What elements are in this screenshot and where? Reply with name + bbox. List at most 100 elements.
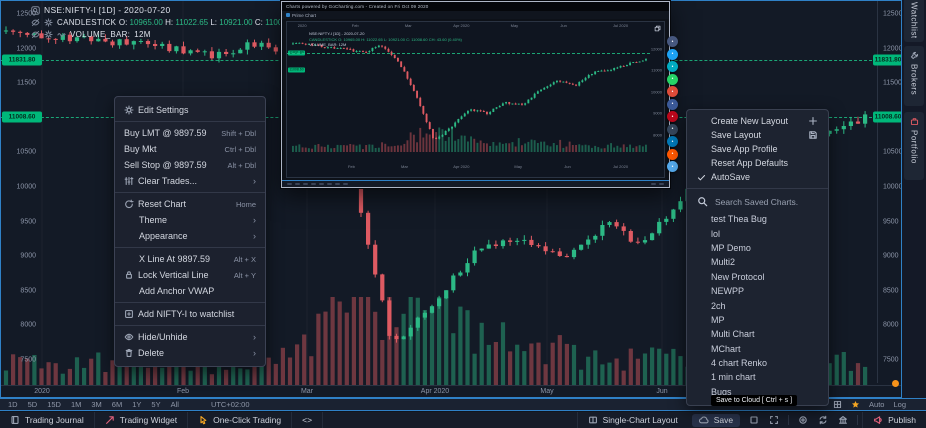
- timeframe-1m-button[interactable]: 1M: [71, 400, 81, 409]
- snapshot-button[interactable]: [793, 412, 813, 428]
- timeframe-1y-button[interactable]: 1Y: [132, 400, 141, 409]
- menu-item-hide-unhide[interactable]: Hide/Unhide›: [115, 329, 265, 345]
- saved-chart-item[interactable]: 1 min chart: [687, 370, 828, 384]
- menu-item-clear-trades[interactable]: Clear Trades...›: [115, 173, 265, 189]
- share-reddit-button[interactable]: •: [667, 149, 678, 160]
- chart-snapshot-popup: Charts powered by GoCharting.com - Creat…: [281, 1, 670, 188]
- timeframe-1d-button[interactable]: 1D: [8, 400, 18, 409]
- submenu-arrow-icon: ›: [253, 333, 256, 342]
- menu-item-buy-mkt[interactable]: Buy MktCtrl + Dbl: [115, 141, 265, 157]
- menu-item-add-nifty-i-to-watchlist[interactable]: Add NIFTY-I to watchlist: [115, 306, 265, 322]
- log-scale-button[interactable]: Log: [893, 400, 906, 409]
- price-tick: 7500: [883, 357, 899, 364]
- saved-chart-item[interactable]: Multi2: [687, 255, 828, 269]
- copy-snapshot-icon[interactable]: [654, 25, 661, 32]
- share-buttons-column: •••••••••••: [667, 36, 678, 172]
- tab-watchlist[interactable]: Watchlist: [904, 0, 924, 42]
- saved-chart-item[interactable]: MP: [687, 313, 828, 327]
- reset-icon: [124, 199, 134, 209]
- footer-left: Trading JournalTrading WidgetOne-Click T…: [0, 412, 323, 428]
- price-badge: 11831.80: [2, 55, 42, 66]
- saved-chart-item[interactable]: NEWPP: [687, 284, 828, 298]
- saved-chart-item[interactable]: Multi Chart: [687, 327, 828, 341]
- snapshot-time-tick: Jun: [564, 164, 570, 169]
- menu-item-reset-chart[interactable]: Reset ChartHome: [115, 196, 265, 212]
- save-icon: [808, 130, 818, 140]
- timeframe-3m-button[interactable]: 3M: [91, 400, 101, 409]
- share-whatsapp-button[interactable]: •: [667, 74, 678, 85]
- symbol-title[interactable]: NSE:NIFTY-I [1D] - 2020-07-20: [44, 5, 171, 15]
- menu-item-shortcut: Home: [236, 200, 256, 209]
- one-click-trading-button[interactable]: One-Click Trading: [188, 412, 292, 428]
- saved-chart-item[interactable]: MChart: [687, 342, 828, 356]
- menu-item-x-line-at-9897-59[interactable]: X Line At 9897.59Alt + X: [115, 251, 265, 267]
- timeframe-5d-button[interactable]: 5D: [28, 400, 38, 409]
- share-pinterest-button[interactable]: •: [667, 111, 678, 122]
- fullscreen-button[interactable]: [764, 412, 784, 428]
- -button[interactable]: <>: [292, 412, 323, 428]
- saved-chart-item[interactable]: 4 chart Renko: [687, 356, 828, 370]
- grid-icon[interactable]: [833, 400, 842, 409]
- volume-settings-icon[interactable]: [44, 30, 53, 39]
- menu-item-theme[interactable]: Theme›: [115, 212, 265, 228]
- timeframe-15d-button[interactable]: 15D: [47, 400, 61, 409]
- chart-legend: NSE:NIFTY-I [1D] - 2020-07-20 CANDLESTIC…: [31, 5, 293, 42]
- share-twitter-button[interactable]: •: [667, 49, 678, 60]
- timeframe-all-button[interactable]: All: [171, 400, 179, 409]
- menu-item-add-anchor-vwap[interactable]: Add Anchor VWAP: [115, 283, 265, 299]
- symbol-search-icon[interactable]: [31, 6, 40, 15]
- tab-brokers[interactable]: Brokers: [904, 46, 924, 106]
- broker-button[interactable]: [833, 412, 853, 428]
- saved-chart-item[interactable]: test Thea Bug: [687, 212, 828, 226]
- saved-chart-item[interactable]: lol: [687, 226, 828, 240]
- share-share-button[interactable]: •: [667, 36, 678, 47]
- timezone-button[interactable]: UTC+02:00: [211, 400, 250, 409]
- auto-scale-button[interactable]: Auto: [869, 400, 884, 409]
- single-chart-layout-button[interactable]: Single-Chart Layout: [577, 412, 688, 428]
- publish-button[interactable]: Publish: [862, 412, 926, 428]
- price-tick: 10500: [883, 149, 902, 156]
- share-google-plus-button[interactable]: •: [667, 86, 678, 97]
- menu-item-edit-settings[interactable]: Edit Settings: [115, 102, 265, 118]
- saved-chart-item[interactable]: New Protocol: [687, 270, 828, 284]
- snapshot-time-tick: 2020: [298, 23, 307, 28]
- menu-item-sell-stop-9897-59[interactable]: Sell Stop @ 9897.59Alt + Dbl: [115, 157, 265, 173]
- menu-item-save-layout[interactable]: Save Layout: [687, 128, 828, 142]
- trading-widget-button[interactable]: Trading Widget: [95, 412, 188, 428]
- menu-item-reset-app-defaults[interactable]: Reset App Defaults: [687, 156, 828, 170]
- tab-portfolio[interactable]: Portfolio: [904, 112, 924, 180]
- star-icon[interactable]: [851, 400, 860, 409]
- app-footer: Trading JournalTrading WidgetOne-Click T…: [0, 412, 926, 428]
- menu-item-save-app-profile[interactable]: Save App Profile: [687, 142, 828, 156]
- saved-charts-search-input[interactable]: [715, 197, 826, 207]
- snapshot-time-tick: Jun: [560, 23, 566, 28]
- share-tumblr-button[interactable]: •: [667, 124, 678, 135]
- menu-item-lock-vertical-line[interactable]: Lock Vertical LineAlt + Y: [115, 267, 265, 283]
- hide-volume-icon[interactable]: [31, 30, 40, 39]
- hide-study-icon[interactable]: [31, 18, 40, 27]
- share-telegram-button[interactable]: •: [667, 61, 678, 72]
- menu-item-delete[interactable]: Delete›: [115, 345, 265, 361]
- share-linkedin-button[interactable]: •: [667, 136, 678, 147]
- share-mail-button[interactable]: •: [667, 161, 678, 172]
- timeframe-6m-button[interactable]: 6M: [112, 400, 122, 409]
- menu-item-buy-lmt-9897-59[interactable]: Buy LMT @ 9897.59Shift + Dbl: [115, 125, 265, 141]
- share-facebook-button[interactable]: •: [667, 99, 678, 110]
- sync-button[interactable]: [813, 412, 833, 428]
- footer-button-label: Single-Chart Layout: [603, 415, 678, 425]
- menu-item-autosave[interactable]: AutoSave: [687, 170, 828, 184]
- trash-icon: [124, 348, 134, 358]
- saved-chart-item[interactable]: 2ch: [687, 298, 828, 312]
- menu-item-shortcut: Shift + Dbl: [221, 129, 256, 138]
- maximize-button[interactable]: [744, 412, 764, 428]
- timeframe-5y-button[interactable]: 5Y: [151, 400, 160, 409]
- menu-section: Buy LMT @ 9897.59Shift + DblBuy MktCtrl …: [115, 121, 265, 192]
- save-button[interactable]: Save: [692, 414, 740, 427]
- menu-item-create-new-layout[interactable]: Create New Layout: [687, 114, 828, 128]
- menu-item-appearance[interactable]: Appearance›: [115, 228, 265, 244]
- submenu-arrow-icon: ›: [253, 232, 256, 241]
- saved-chart-item[interactable]: MP Demo: [687, 241, 828, 255]
- study-settings-icon[interactable]: [44, 18, 53, 27]
- trading-journal-button[interactable]: Trading Journal: [0, 412, 95, 428]
- snapshot-time-tick: Mar: [401, 164, 408, 169]
